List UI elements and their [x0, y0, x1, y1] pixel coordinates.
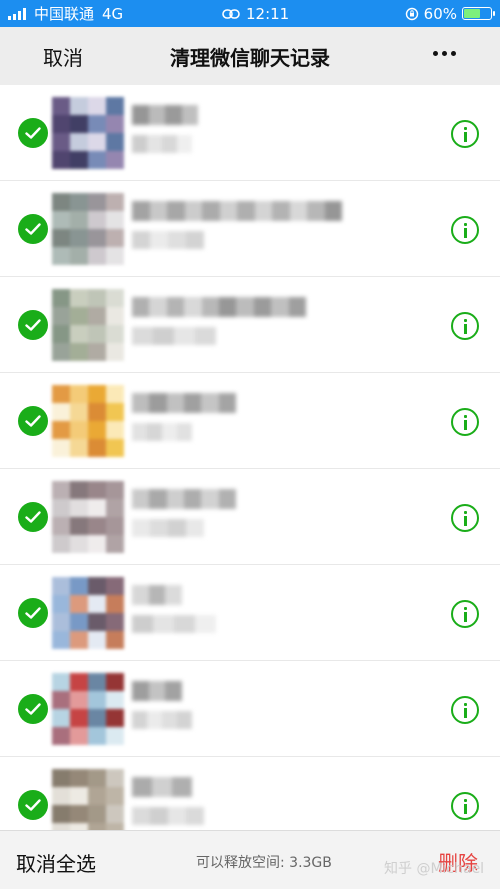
- chat-list: [0, 85, 500, 830]
- chat-name-obscured: [132, 393, 236, 413]
- clock: 12:11: [246, 4, 290, 23]
- info-circle-icon[interactable]: [451, 216, 479, 244]
- checkmark-circle-icon[interactable]: [18, 406, 48, 436]
- chat-row[interactable]: [0, 277, 500, 373]
- info-circle-icon[interactable]: [451, 792, 479, 820]
- status-bar: 中国联通 4G 12:11 60%: [0, 0, 500, 27]
- network-label: 4G: [102, 4, 124, 23]
- checkmark-circle-icon[interactable]: [18, 214, 48, 244]
- chat-size-obscured: [132, 135, 192, 153]
- link-icon: [222, 8, 240, 19]
- avatar: [52, 481, 124, 553]
- chat-name-obscured: [132, 297, 306, 317]
- chat-row[interactable]: [0, 85, 500, 181]
- chat-name-obscured: [132, 777, 192, 797]
- cancel-button[interactable]: 取消: [43, 42, 83, 71]
- chat-name-obscured: [132, 585, 182, 605]
- rotation-lock-icon: [405, 7, 418, 20]
- avatar: [52, 97, 124, 169]
- battery-percent: 60%: [423, 4, 457, 23]
- chat-size-obscured: [132, 519, 204, 537]
- chat-name-obscured: [132, 105, 198, 125]
- avatar: [52, 193, 124, 265]
- watermark: 知乎 @Michael: [384, 861, 485, 877]
- avatar: [52, 385, 124, 457]
- free-space-label: 可以释放空间: 3.3GB: [196, 855, 332, 871]
- signal-icon: [8, 7, 26, 20]
- checkmark-circle-icon[interactable]: [18, 310, 48, 340]
- checkmark-circle-icon[interactable]: [18, 598, 48, 628]
- avatar: [52, 769, 124, 830]
- chat-row[interactable]: [0, 757, 500, 830]
- checkmark-circle-icon[interactable]: [18, 118, 48, 148]
- chat-row[interactable]: [0, 565, 500, 661]
- chat-name-obscured: [132, 201, 342, 221]
- chat-size-obscured: [132, 807, 204, 825]
- avatar: [52, 577, 124, 649]
- info-circle-icon[interactable]: [451, 600, 479, 628]
- chat-row[interactable]: [0, 181, 500, 277]
- nav-bar: 取消 清理微信聊天记录: [0, 27, 500, 85]
- info-circle-icon[interactable]: [451, 312, 479, 340]
- chat-row[interactable]: [0, 373, 500, 469]
- chat-row[interactable]: [0, 661, 500, 757]
- info-circle-icon[interactable]: [451, 696, 479, 724]
- chat-size-obscured: [132, 231, 204, 249]
- carrier-label: 中国联通: [34, 5, 95, 23]
- chat-size-obscured: [132, 615, 216, 633]
- avatar: [52, 673, 124, 745]
- chat-row[interactable]: [0, 469, 500, 565]
- more-dots-icon[interactable]: [433, 51, 456, 56]
- chat-name-obscured: [132, 489, 236, 509]
- info-circle-icon[interactable]: [451, 408, 479, 436]
- chat-name-obscured: [132, 681, 182, 701]
- chat-size-obscured: [132, 327, 216, 345]
- info-circle-icon[interactable]: [451, 504, 479, 532]
- deselect-all-button[interactable]: 取消全选: [16, 848, 96, 877]
- checkmark-circle-icon[interactable]: [18, 790, 48, 820]
- checkmark-circle-icon[interactable]: [18, 502, 48, 532]
- chat-size-obscured: [132, 423, 192, 441]
- battery-icon: [462, 7, 495, 20]
- checkmark-circle-icon[interactable]: [18, 694, 48, 724]
- chat-size-obscured: [132, 711, 192, 729]
- info-circle-icon[interactable]: [451, 120, 479, 148]
- avatar: [52, 289, 124, 361]
